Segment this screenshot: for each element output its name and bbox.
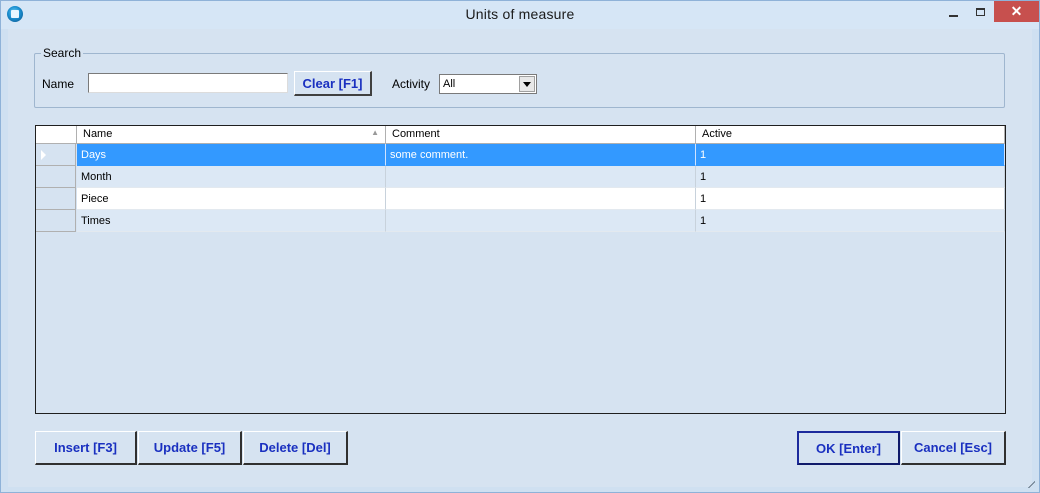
column-header-name[interactable]: Name ▲ [77,126,386,144]
sort-ascending-icon: ▲ [371,128,379,137]
row-header[interactable] [36,188,76,210]
table-row[interactable]: Month 1 [36,166,1005,188]
update-button[interactable]: Update [F5] [138,431,242,465]
cancel-button[interactable]: Cancel [Esc] [901,431,1006,465]
row-header[interactable] [36,144,76,166]
activity-select[interactable]: All [439,74,537,94]
row-header-corner [36,126,77,144]
row-header[interactable] [36,210,76,232]
cell-comment[interactable] [386,166,696,188]
cell-name[interactable]: Piece [77,188,386,210]
clear-button[interactable]: Clear [F1] [294,71,372,96]
name-label: Name [42,77,75,91]
grid-header: Name ▲ Comment Active [36,126,1005,144]
cell-name[interactable]: Times [77,210,386,232]
cell-comment[interactable]: some comment. [386,144,696,166]
table-row[interactable]: Days some comment. 1 [36,144,1005,166]
close-icon: ✕ [1010,3,1023,19]
cell-name[interactable]: Month [77,166,386,188]
cell-name[interactable]: Days [77,144,386,166]
name-search-input[interactable] [88,73,288,93]
activity-label: Activity [392,77,431,91]
dialog-body: Search Name Clear [F1] Activity All Name… [8,29,1032,487]
chevron-down-icon[interactable] [519,76,535,92]
table-row[interactable]: Times 1 [36,210,1005,232]
dialog-window: Units of measure ✕ Search Name Clear [F1… [0,0,1040,493]
row-pointer-icon [41,150,46,160]
row-header[interactable] [36,166,76,188]
table-row[interactable]: Piece 1 [36,188,1005,210]
cell-active[interactable]: 1 [696,166,1005,188]
minimize-button[interactable] [940,1,966,22]
ok-button[interactable]: OK [Enter] [797,431,900,465]
search-legend: Search [43,46,82,60]
column-header-name-label: Name [83,128,113,140]
cell-active[interactable]: 1 [696,188,1005,210]
units-grid[interactable]: Name ▲ Comment Active Days some comment.… [35,125,1006,414]
column-header-comment-label: Comment [392,128,440,140]
column-header-comment[interactable]: Comment [386,126,696,144]
cell-active[interactable]: 1 [696,144,1005,166]
title-bar[interactable]: Units of measure ✕ [1,1,1039,29]
insert-button[interactable]: Insert [F3] [35,431,137,465]
maximize-button[interactable] [967,1,993,22]
cell-active[interactable]: 1 [696,210,1005,232]
cell-comment[interactable] [386,210,696,232]
column-header-active[interactable]: Active [696,126,1005,144]
cell-comment[interactable] [386,188,696,210]
close-button[interactable]: ✕ [994,1,1039,22]
window-title: Units of measure [465,6,575,22]
maximize-icon [975,7,985,16]
delete-button[interactable]: Delete [Del] [243,431,348,465]
activity-selected-value: All [443,78,456,90]
column-header-active-label: Active [702,128,732,140]
minimize-icon [948,14,958,17]
